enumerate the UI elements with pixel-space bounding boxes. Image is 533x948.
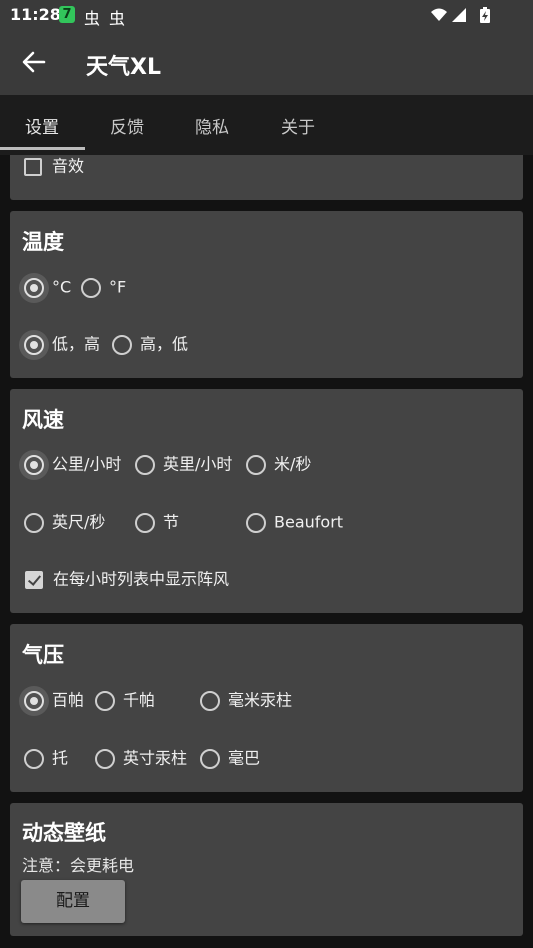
notification-badge-icon: 7 <box>59 6 75 23</box>
radio-icon <box>200 748 220 769</box>
radio-fts[interactable]: 英尺/秒 <box>24 509 105 535</box>
radio-knots[interactable]: 节 <box>135 509 179 535</box>
radio-icon <box>112 334 132 355</box>
status-time: 11:28 <box>10 5 61 24</box>
configure-button[interactable]: 配置 <box>21 880 125 923</box>
radio-high-low[interactable]: 高，低 <box>112 331 188 357</box>
radio-fahrenheit[interactable]: °F <box>81 274 126 300</box>
radio-selected-icon <box>24 454 44 475</box>
radio-icon <box>200 690 220 711</box>
status-bar: 11:28 7 虫 虫 <box>0 0 533 30</box>
radio-ms[interactable]: 米/秒 <box>246 451 311 477</box>
tab-indicator <box>0 147 85 150</box>
pressure-card: 气压 百帕 千帕 毫米汞柱 托 英寸汞柱 毫巴 <box>10 624 523 792</box>
temperature-title: 温度 <box>22 230 64 254</box>
radio-icon <box>24 748 44 769</box>
radio-mph[interactable]: 英里/小时 <box>135 451 232 477</box>
sound-card: 音效 <box>10 155 523 200</box>
radio-icon <box>246 454 266 475</box>
signal-icon <box>452 8 466 22</box>
gust-label: 在每小时列表中显示阵风 <box>53 569 230 589</box>
radio-icon <box>24 512 44 533</box>
option-label: 英里/小时 <box>163 454 233 474</box>
app-bar: 天气XL <box>0 30 533 95</box>
tab-about[interactable]: 关于 <box>281 113 315 138</box>
pressure-title: 气压 <box>22 643 64 667</box>
radio-icon <box>95 748 115 769</box>
radio-icon <box>81 277 101 298</box>
radio-selected-icon <box>24 690 44 711</box>
option-label: 米/秒 <box>274 454 312 474</box>
wallpaper-card: 动态壁纸 注意：会更耗电 配置 <box>10 803 523 936</box>
option-label: 英尺/秒 <box>52 512 106 532</box>
radio-inhg[interactable]: 英寸汞柱 <box>95 745 187 771</box>
radio-kpa[interactable]: 千帕 <box>95 687 155 713</box>
option-label: 毫巴 <box>228 748 261 768</box>
option-label: 英寸汞柱 <box>123 748 188 768</box>
system-icons <box>431 7 490 23</box>
gust-checkbox[interactable]: 在每小时列表中显示阵风 <box>25 566 229 592</box>
wind-title: 风速 <box>22 408 64 432</box>
radio-torr[interactable]: 托 <box>24 745 68 771</box>
radio-beaufort[interactable]: Beaufort <box>246 509 343 535</box>
wifi-icon <box>431 8 447 21</box>
wind-card: 风速 公里/小时 英里/小时 米/秒 英尺/秒 节 Beaufort 在每小时列… <box>10 389 523 613</box>
battery-icon <box>480 7 490 23</box>
radio-hpa[interactable]: 百帕 <box>24 687 84 713</box>
arrow-left-icon[interactable] <box>20 48 48 76</box>
option-label: 公里/小时 <box>52 454 122 474</box>
bug-icon: 虫 <box>109 9 126 28</box>
checkbox-checked-icon <box>25 570 43 589</box>
tab-settings[interactable]: 设置 <box>25 113 59 138</box>
radio-mmhg[interactable]: 毫米汞柱 <box>200 687 292 713</box>
sound-label: 音效 <box>52 156 85 176</box>
tab-feedback[interactable]: 反馈 <box>110 113 144 138</box>
tab-privacy[interactable]: 隐私 <box>195 113 229 138</box>
tab-bar: 设置 反馈 隐私 关于 <box>0 95 533 155</box>
option-label: 毫米汞柱 <box>228 690 293 710</box>
radio-low-high[interactable]: 低，高 <box>24 331 100 357</box>
radio-icon <box>135 512 155 533</box>
radio-mbar[interactable]: 毫巴 <box>200 745 260 771</box>
option-label: 高，低 <box>140 334 189 354</box>
option-label: °F <box>109 277 127 297</box>
radio-icon <box>95 690 115 711</box>
bug-icon: 虫 <box>84 9 101 28</box>
option-label: 托 <box>52 748 69 768</box>
option-label: 节 <box>163 512 180 532</box>
radio-icon <box>246 512 266 533</box>
radio-selected-icon <box>24 277 44 298</box>
sound-checkbox[interactable]: 音效 <box>24 153 84 179</box>
radio-kmh[interactable]: 公里/小时 <box>24 451 121 477</box>
option-label: 千帕 <box>123 690 156 710</box>
option-label: 低，高 <box>52 334 101 354</box>
radio-selected-icon <box>24 334 44 355</box>
radio-icon <box>135 454 155 475</box>
app-title: 天气XL <box>86 55 161 80</box>
option-label: °C <box>52 277 72 297</box>
option-label: 百帕 <box>52 690 85 710</box>
option-label: Beaufort <box>274 512 344 532</box>
temperature-card: 温度 °C °F 低，高 高，低 <box>10 211 523 378</box>
radio-celsius[interactable]: °C <box>24 274 71 300</box>
wallpaper-title: 动态壁纸 <box>22 821 106 845</box>
wallpaper-note: 注意：会更耗电 <box>22 856 135 875</box>
checkbox-icon <box>24 157 42 176</box>
